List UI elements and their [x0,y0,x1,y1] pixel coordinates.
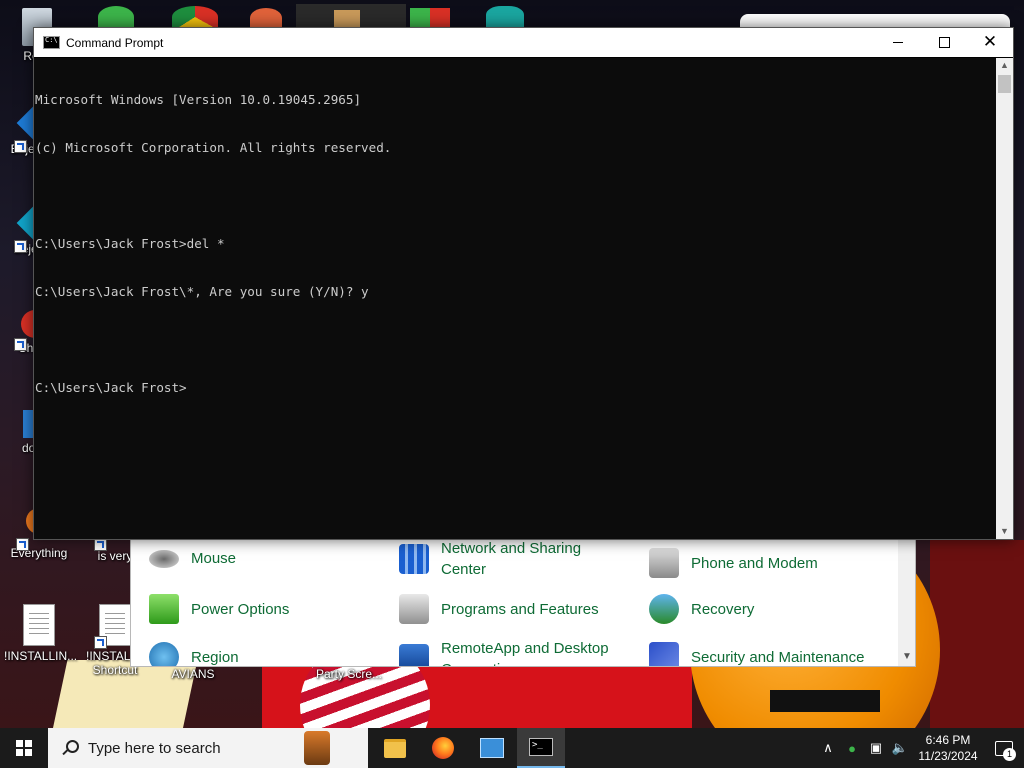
battery-icon [149,594,179,624]
minimize-button[interactable] [875,28,921,57]
cp-scrollbar[interactable]: ▼ [898,536,915,666]
console-output[interactable]: Microsoft Windows [Version 10.0.19045.29… [34,58,996,539]
search-placeholder: Type here to search [88,739,221,757]
wallpaper-shape [930,540,1024,728]
clock-time: 6:46 PM [925,733,971,747]
desktop-icon-label: Party Scre... [315,667,383,681]
text-file-icon [23,604,55,646]
network-icon[interactable]: ▣ [864,740,888,756]
programs-icon [399,594,429,624]
users-icon[interactable] [98,6,134,28]
cp-item-label: Programs and Features [441,600,599,618]
desktop-icon-installing[interactable]: !INSTALLIN... [4,604,78,663]
close-icon: ✕ [982,32,998,52]
flag-icon [649,642,679,666]
cp-item-network[interactable]: Network and Sharing Center [399,538,621,580]
control-panel-window[interactable]: Mouse Network and Sharing Center Phone a… [130,535,916,667]
app-icon[interactable] [410,8,450,28]
desktop-icon-party-screen[interactable]: Party Scre... [314,667,384,681]
taskbar: Type here to search ∧ ● ▣ 🔈 6:46 PM 11/2… [0,728,1024,768]
command-prompt-window[interactable]: Command Prompt ✕ Microsoft Windows [Vers… [33,27,1014,540]
console-line: C:\Users\Jack Frost>del * [35,236,225,251]
cp-item-recovery[interactable]: Recovery [649,594,871,624]
cp-item-label: Region [191,648,239,666]
shortcut-arrow-icon [16,538,29,551]
start-button[interactable] [0,728,48,768]
cp-item-label: Recovery [691,600,755,618]
command-prompt-icon[interactable] [43,36,60,49]
app-icon[interactable] [250,8,282,28]
cp-item-programs[interactable]: Programs and Features [399,594,621,624]
desktop-icon-avians[interactable]: AVIANS [158,667,228,681]
cp-item-power[interactable]: Power Options [149,594,371,624]
console-scrollbar[interactable]: ▲ ▼ [996,58,1013,539]
chevron-up-icon[interactable]: ∧ [816,740,840,756]
cp-item-label: Mouse [191,550,237,567]
system-tray: ∧ ● ▣ 🔈 6:46 PM 11/23/2024 1 [816,728,1024,768]
search-icon [62,740,79,756]
cp-item-region[interactable]: Region [149,642,371,666]
phone-icon [649,548,679,578]
search-highlight-icon[interactable] [304,731,330,765]
search-box[interactable]: Type here to search [48,728,368,768]
shortcut-arrow-icon [94,636,107,649]
chevron-up-icon[interactable]: ▲ [996,58,1013,73]
cp-item-label: Phone and Modem [691,554,818,572]
minimize-icon [893,42,903,43]
chevron-down-icon[interactable]: ▼ [996,524,1013,539]
cp-item-remoteapp[interactable]: RemoteApp and Desktop Connections [399,638,621,666]
mouse-icon [149,549,179,568]
close-button[interactable]: ✕ [967,28,1013,57]
chevron-down-icon[interactable]: ▼ [902,651,912,662]
cp-item-security[interactable]: Security and Maintenance [649,642,891,666]
title-bar[interactable]: Command Prompt ✕ [34,28,1013,57]
app-icon[interactable] [486,6,524,28]
clock[interactable]: 6:46 PM 11/23/2024 [912,732,984,764]
shortcut-arrow-icon [14,338,27,351]
window-edge [740,14,1010,28]
network-icon [399,544,429,574]
console-line: C:\Users\Jack Frost\*, Are you sure (Y/N… [35,284,369,299]
action-center-button[interactable]: 1 [984,728,1024,768]
folder-icon [384,738,406,758]
taskbar-control-panel[interactable] [468,728,516,768]
command-prompt-icon [529,738,553,756]
maximize-button[interactable] [921,28,967,57]
control-panel-icon [480,738,504,758]
app-icon[interactable] [334,10,360,28]
window-title: Command Prompt [66,35,164,50]
shortcut-arrow-icon [14,240,27,253]
cp-item-phone[interactable]: Phone and Modem [649,548,871,578]
taskbar-firefox[interactable] [419,728,467,768]
cp-item-label: Network and Sharing Center [441,540,582,578]
desktop-icon-label: AVIANS [171,667,215,681]
firefox-icon [432,737,454,759]
console-prompt-line[interactable]: C:\Users\Jack Frost> [35,380,996,396]
windows-logo-icon [16,740,32,756]
recovery-icon [649,594,679,624]
shortcut-arrow-icon [14,140,27,153]
console-line: Microsoft Windows [Version 10.0.19045.29… [35,92,362,107]
scrollbar-thumb[interactable] [998,75,1011,93]
globe-icon [149,642,179,666]
desktop-icon-label: !INSTALLIN... [4,649,78,663]
clock-date: 11/23/2024 [918,749,978,763]
chrome-icon[interactable] [172,6,218,28]
maximize-icon [938,37,950,48]
remote-desktop-icon [399,644,429,666]
cp-item-label: Security and Maintenance [691,648,865,666]
notification-badge: 1 [1003,748,1016,761]
taskbar-file-explorer[interactable] [371,728,419,768]
volume-icon[interactable]: 🔈 [888,740,912,756]
desktop-icon-label: Everything [10,546,68,560]
cp-item-mouse[interactable]: Mouse [149,548,371,569]
cp-item-label: RemoteApp and Desktop Connections [441,640,609,666]
user-status-icon[interactable]: ● [840,741,864,756]
taskbar-command-prompt[interactable] [517,728,565,768]
console-line: (c) Microsoft Corporation. All rights re… [35,140,392,155]
cp-item-label: Power Options [191,600,290,618]
